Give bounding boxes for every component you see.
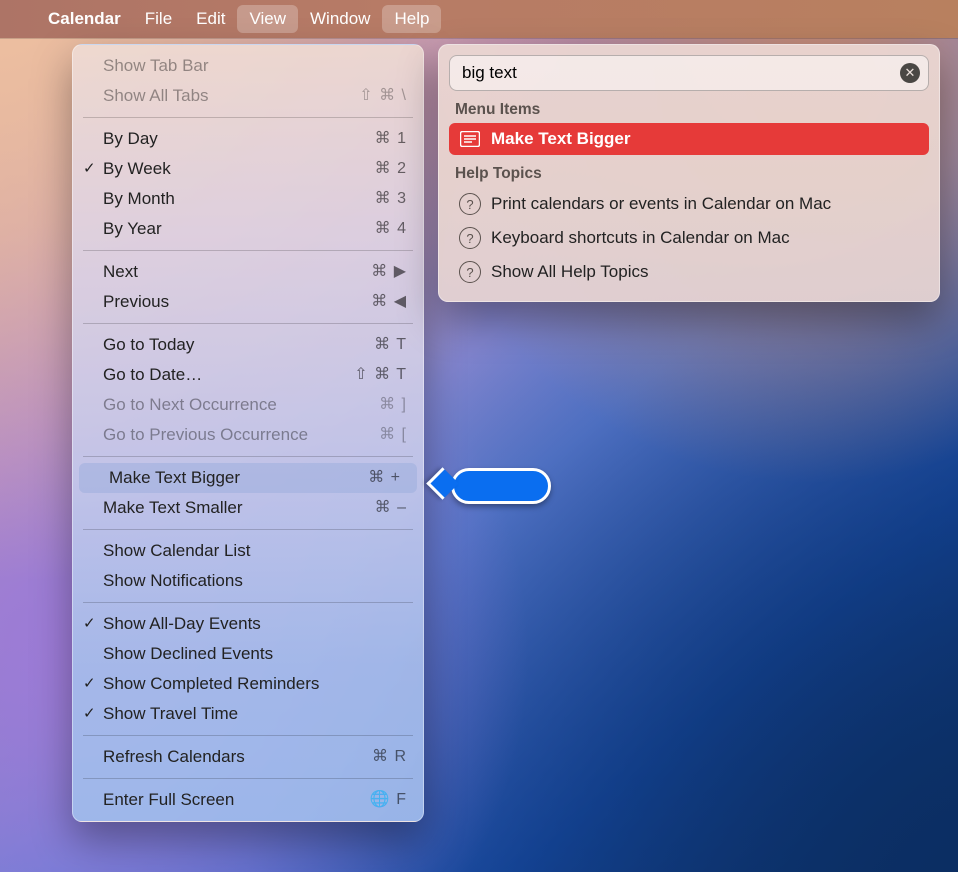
menu-item[interactable]: Show Declined Events [73,639,423,669]
menu-item-label: Show All Tabs [103,85,209,107]
menu-item-shortcut: ⌘ R [372,746,407,768]
menu-item-label: By Day [103,128,158,150]
menu-item[interactable]: ✓ By Week ⌘ 2 [73,154,423,184]
menu-item-shortcut: ⌘ 4 [375,218,407,240]
menu-item-shortcut: ⌘ ◀ [371,291,407,313]
question-mark-icon: ? [459,261,481,283]
menu-item-shortcut: ⌘ – [375,497,407,519]
help-menu-result[interactable]: Make Text Bigger [449,123,929,155]
help-result-label: Print calendars or events in Calendar on… [491,194,831,214]
menu-item[interactable]: Previous ⌘ ◀ [73,287,423,317]
help-topic-result[interactable]: ? Print calendars or events in Calendar o… [449,187,929,221]
menu-item[interactable]: Next ⌘ ▶ [73,257,423,287]
check-icon: ✓ [83,158,96,180]
menu-item-shortcut: ⌘ [ [379,424,407,446]
menu-item[interactable]: Refresh Calendars ⌘ R [73,742,423,772]
check-icon: ✓ [83,673,96,695]
menu-item[interactable]: Make Text Smaller ⌘ – [73,493,423,523]
menubar-app-name[interactable]: Calendar [36,5,133,33]
menu-item[interactable]: By Year ⌘ 4 [73,214,423,244]
menu-separator [83,602,413,603]
menu-item-label: Go to Date… [103,364,202,386]
menubar-item-window[interactable]: Window [298,5,382,33]
menu-separator [83,323,413,324]
menu-item-label: Go to Next Occurrence [103,394,277,416]
menu-item[interactable]: ✓ Show All-Day Events [73,609,423,639]
help-result-label: Make Text Bigger [491,129,631,149]
menu-item-label: Go to Previous Occurrence [103,424,308,446]
help-search-panel: ✕ Menu Items Make Text Bigger Help Topic… [438,44,940,302]
menu-item[interactable]: Show Calendar List [73,536,423,566]
menu-item-shortcut: ⌘ ] [379,394,407,416]
help-result-label: Keyboard shortcuts in Calendar on Mac [491,228,790,248]
menu-item-shortcut: ⇧ ⌘ T [354,364,407,386]
menu-item-label: By Year [103,218,162,240]
menu-item-label: Make Text Smaller [103,497,243,519]
help-search-input[interactable] [460,62,894,84]
menu-item-label: Show Calendar List [103,540,250,562]
menu-item-label: Show Completed Reminders [103,673,319,695]
menubar-item-help[interactable]: Help [382,5,441,33]
help-search-field[interactable]: ✕ [449,55,929,91]
menu-item: Go to Next Occurrence ⌘ ] [73,390,423,420]
menu-separator [83,529,413,530]
menu-item[interactable]: Make Text Bigger ⌘ + [79,463,417,493]
menu-item-shortcut: 🌐 F [370,789,407,811]
help-topic-result[interactable]: ? Show All Help Topics [449,255,929,289]
help-heading-help-topics: Help Topics [449,155,929,187]
help-topic-result[interactable]: ? Keyboard shortcuts in Calendar on Mac [449,221,929,255]
help-pointer-arrow [427,468,551,504]
menu-item-label: By Week [103,158,171,180]
menu-item: Show Tab Bar [73,51,423,81]
menu-item-shortcut: ⇧ ⌘ \ [359,85,407,107]
menu-separator [83,456,413,457]
menu-item-label: Previous [103,291,169,313]
menu-item-label: Show Notifications [103,570,243,592]
menu-item-shortcut: ⌘ 3 [375,188,407,210]
view-menu-panel: Show Tab Bar Show All Tabs ⇧ ⌘ \ By Day ⌘ 1 ✓… [72,44,424,822]
menu-result-icon [459,130,481,148]
menubar-item-view[interactable]: View [237,5,298,33]
menu-item-label: Show All-Day Events [103,613,261,635]
menubar-item-edit[interactable]: Edit [184,5,237,33]
menu-item[interactable]: Enter Full Screen 🌐 F [73,785,423,815]
menu-item-label: Refresh Calendars [103,746,245,768]
menu-item[interactable]: By Month ⌘ 3 [73,184,423,214]
check-icon: ✓ [83,613,96,635]
menubar-item-file[interactable]: File [133,5,184,33]
menu-item[interactable]: ✓ Show Travel Time [73,699,423,729]
menu-item-label: Show Declined Events [103,643,273,665]
menu-item[interactable]: Go to Date… ⇧ ⌘ T [73,360,423,390]
menu-item[interactable]: By Day ⌘ 1 [73,124,423,154]
menu-item-shortcut: ⌘ 2 [375,158,407,180]
menu-separator [83,735,413,736]
menubar: Calendar FileEditViewWindowHelp [0,0,958,38]
clear-search-icon[interactable]: ✕ [900,63,920,83]
menu-item[interactable]: Go to Today ⌘ T [73,330,423,360]
question-mark-icon: ? [459,227,481,249]
menu-item-shortcut: ⌘ 1 [375,128,407,150]
menu-separator [83,250,413,251]
menu-item-label: Show Tab Bar [103,55,209,77]
menu-item[interactable]: ✓ Show Completed Reminders [73,669,423,699]
question-mark-icon: ? [459,193,481,215]
menu-item: Show All Tabs ⇧ ⌘ \ [73,81,423,111]
menu-item: Go to Previous Occurrence ⌘ [ [73,420,423,450]
menu-item-label: Enter Full Screen [103,789,234,811]
help-heading-menu-items: Menu Items [449,91,929,123]
menu-item-shortcut: ⌘ ▶ [371,261,407,283]
menu-item[interactable]: Show Notifications [73,566,423,596]
menu-separator [83,778,413,779]
menu-separator [83,117,413,118]
menu-item-label: Next [103,261,138,283]
menu-item-label: Go to Today [103,334,194,356]
menu-item-shortcut: ⌘ T [374,334,407,356]
menu-item-label: By Month [103,188,175,210]
menu-item-label: Show Travel Time [103,703,238,725]
desktop: Calendar FileEditViewWindowHelp Show Tab… [0,0,958,872]
check-icon: ✓ [83,703,96,725]
menu-item-shortcut: ⌘ + [368,467,401,489]
help-result-label: Show All Help Topics [491,262,649,282]
menu-item-label: Make Text Bigger [109,467,240,489]
